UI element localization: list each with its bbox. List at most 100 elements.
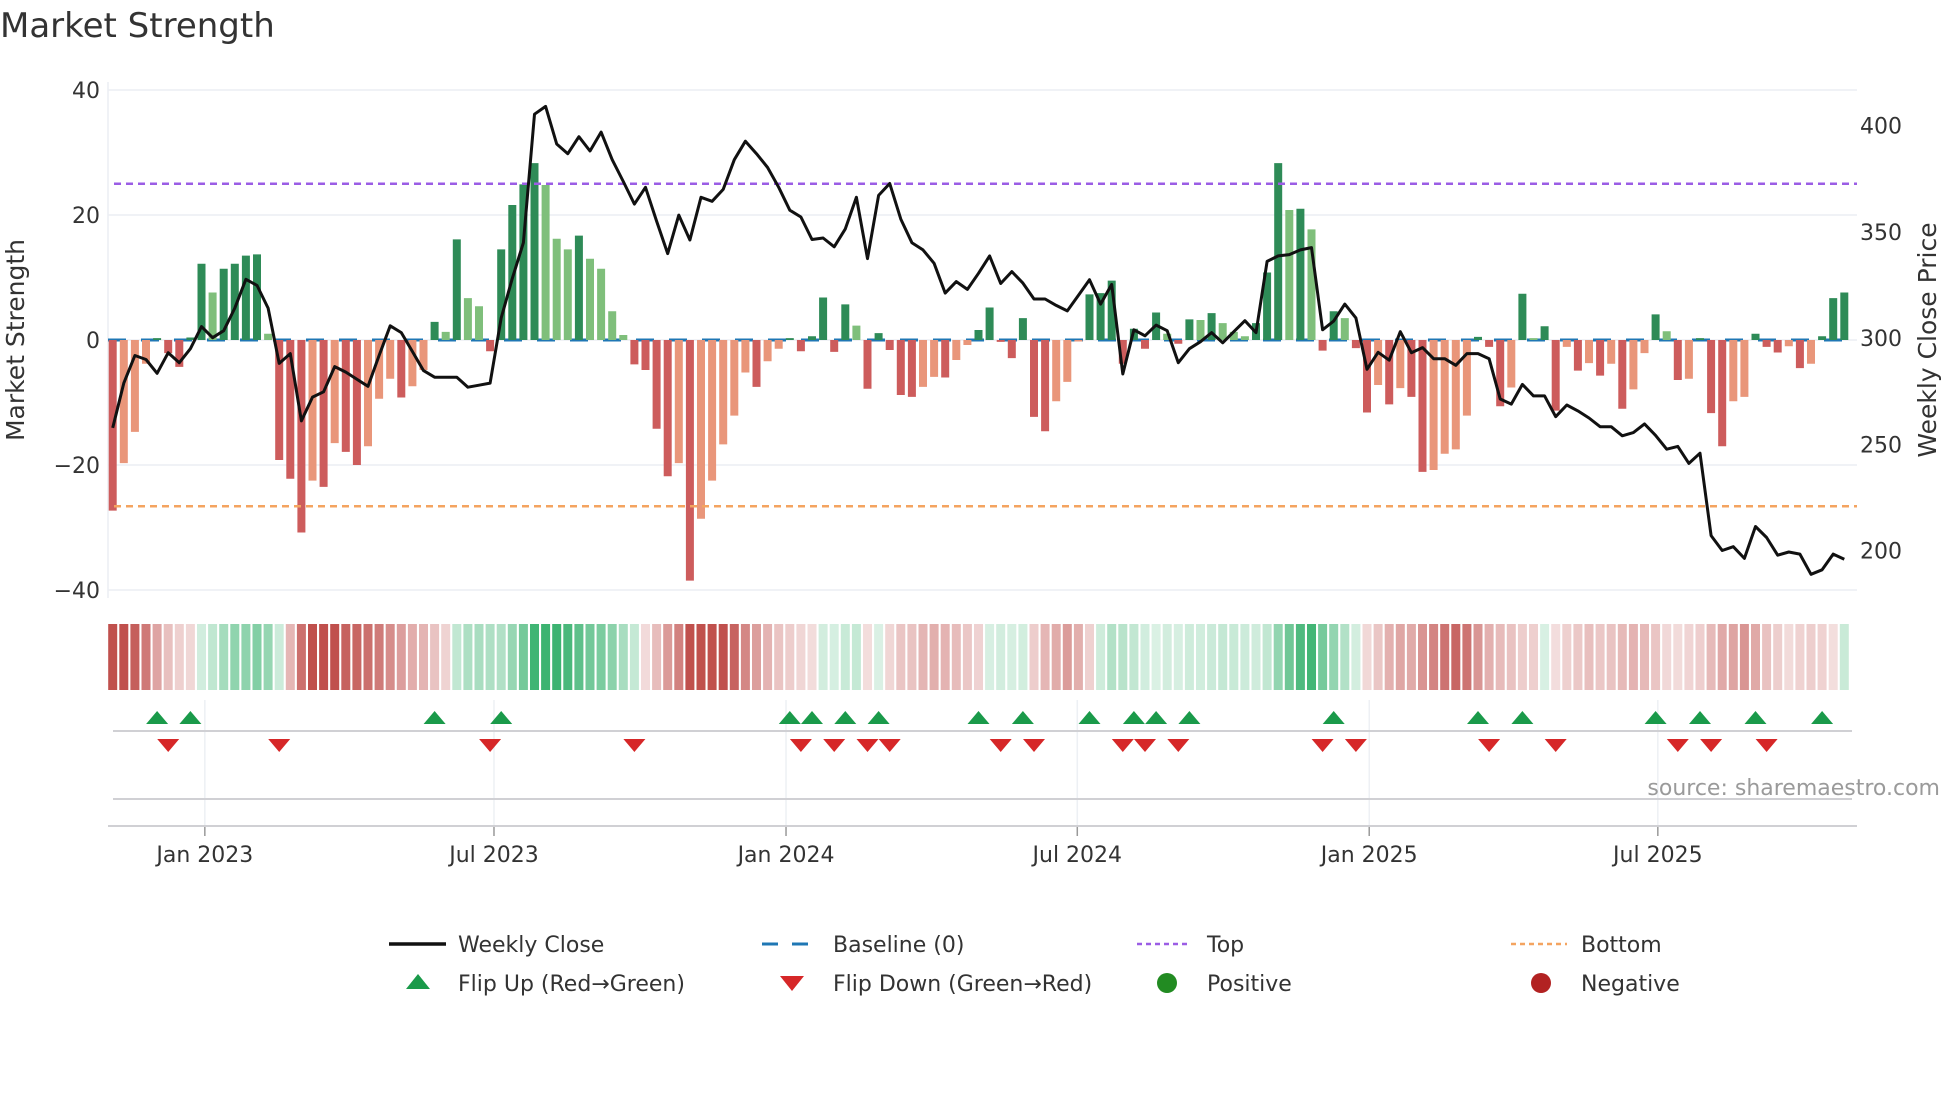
strength-strip-cell [1273, 624, 1283, 690]
strength-bar [852, 325, 861, 340]
flip-down-marker [1167, 739, 1190, 752]
strength-bar [430, 321, 439, 340]
strength-strip-cell [1240, 624, 1250, 690]
strength-bar [1418, 340, 1427, 472]
strength-strip-cell [274, 624, 284, 690]
strength-strip-cell [419, 624, 428, 690]
strength-strip-cell [1606, 624, 1616, 690]
flip-down-marker [268, 739, 291, 752]
flip-up-marker [1145, 711, 1168, 724]
strength-bar [1740, 340, 1749, 397]
strength-strip-cell [108, 624, 118, 690]
strength-bar [1784, 340, 1793, 347]
strength-strip-cell [618, 624, 628, 690]
y2-tick-label: 300 [1860, 327, 1902, 352]
strength-bar [930, 340, 939, 377]
strength-strip-cell [1151, 624, 1161, 690]
strength-bar [1318, 340, 1327, 351]
strength-strip-cell [507, 624, 517, 690]
x-tick-label: Jul 2024 [1031, 843, 1123, 868]
strength-strip-cell [1517, 624, 1527, 690]
x-tick-label: Jan 2024 [736, 843, 835, 868]
strength-bar [941, 340, 950, 378]
strength-bar [652, 340, 661, 429]
strength-bar [1596, 340, 1605, 376]
x-tick-label: Jan 2025 [1319, 843, 1418, 868]
strength-strip-cell [629, 624, 639, 690]
strength-strip-cell [518, 624, 528, 690]
strength-bar [541, 185, 550, 340]
strength-bar [919, 340, 927, 387]
strength-bar [475, 306, 483, 340]
strength-strip-cell [763, 624, 773, 690]
strength-bar [1818, 336, 1827, 340]
strength-bar [907, 340, 916, 397]
legend-top: Top [1206, 933, 1244, 958]
strength-bar [1640, 340, 1649, 354]
flip-down-marker [1134, 739, 1156, 752]
strength-strip-cell [1473, 624, 1483, 690]
strength-strip-cell [1318, 624, 1328, 690]
strength-strip-cell [1284, 624, 1294, 690]
strength-bar [1485, 340, 1494, 347]
strength-strip-cell [1684, 624, 1694, 690]
strength-strip-cell [541, 624, 551, 690]
strength-bar [1751, 333, 1760, 340]
strength-strip-cell [208, 624, 218, 690]
strength-strip-cell [1362, 624, 1372, 690]
strength-strip-cell [774, 624, 784, 690]
strength-strip-cell [1196, 624, 1205, 690]
strength-bar [452, 239, 461, 340]
strength-strip-cell [1262, 624, 1272, 690]
strength-strip-cell [740, 624, 750, 690]
strength-bar [996, 340, 1005, 342]
strength-bar [1518, 293, 1527, 340]
strength-bar [1507, 340, 1516, 388]
strength-strip-cell [1762, 624, 1772, 690]
strength-bar [874, 333, 883, 340]
strength-strip-cell [1817, 624, 1827, 690]
strength-bar [1573, 340, 1582, 371]
strength-strip-cell [1295, 624, 1305, 690]
strength-strip-cell [1062, 624, 1072, 690]
strength-strip-cell [1717, 624, 1727, 690]
y-tick-label: −20 [54, 454, 100, 479]
strength-bar [1795, 340, 1804, 369]
y-tick-label: 20 [72, 204, 100, 229]
strength-strip-cell [1406, 624, 1416, 690]
strength-strip-cell [1839, 624, 1849, 690]
strength-strip-cell [1218, 624, 1228, 690]
strength-bar [1718, 340, 1727, 447]
flip-down-marker [1755, 739, 1778, 752]
strength-bar [630, 340, 639, 365]
flip-up-marker [1511, 711, 1534, 724]
strength-strip-cell [552, 624, 562, 690]
strength-strip-cell [441, 624, 451, 690]
strength-strip-cell [1007, 624, 1017, 690]
x-tick-label: Jul 2025 [1611, 843, 1703, 868]
strength-strip-cell [696, 624, 706, 690]
strength-strip-cell [296, 624, 306, 690]
strength-strip-cell [1018, 624, 1028, 690]
strength-strip-cell [174, 624, 184, 690]
strength-strip-cell [1617, 624, 1627, 690]
strength-strip-cell [308, 624, 317, 690]
flip-up-marker [423, 711, 446, 724]
y-tick-label: −40 [54, 579, 100, 604]
strength-strip-cell [485, 624, 495, 690]
strength-bar [641, 340, 650, 370]
strength-bar [1840, 292, 1849, 340]
strength-strip-cell [685, 624, 695, 690]
strength-bar [1551, 340, 1560, 411]
flip-down-marker [1344, 739, 1367, 752]
strength-bar [1030, 340, 1038, 417]
flip-up-marker [1811, 711, 1834, 724]
y-axis-title: Market Strength [1, 239, 30, 441]
strength-bar [164, 340, 173, 354]
strength-bar [1274, 163, 1283, 340]
strength-bar [1052, 340, 1061, 402]
strength-bar [1807, 340, 1815, 364]
strength-bar [1196, 320, 1205, 340]
strength-strip-cell [1495, 624, 1505, 690]
flip-down-marker [1023, 739, 1045, 752]
